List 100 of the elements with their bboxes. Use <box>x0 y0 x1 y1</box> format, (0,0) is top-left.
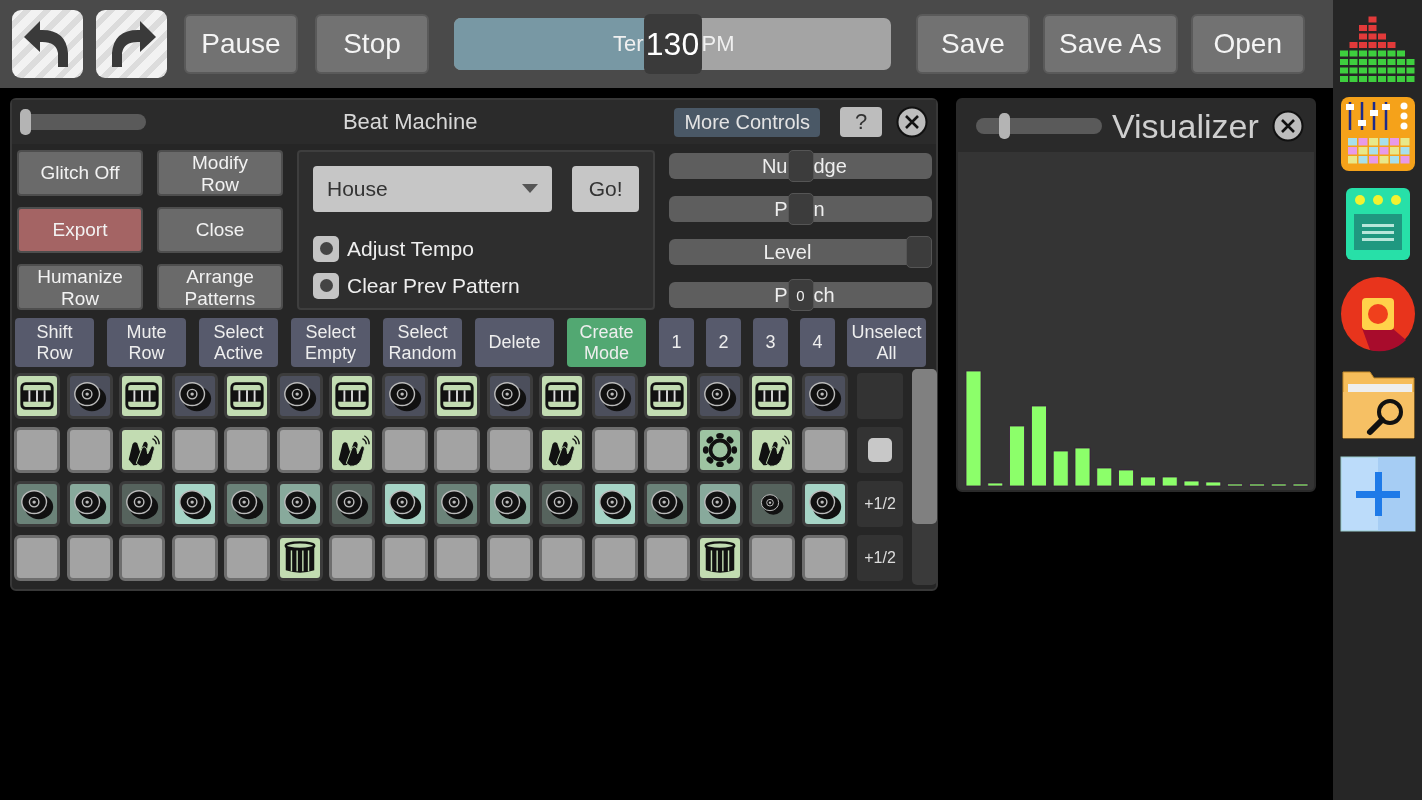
action-button[interactable]: Modify Row <box>157 150 283 196</box>
undo-button[interactable] <box>12 10 83 78</box>
file-button[interactable]: Open <box>1190 14 1305 74</box>
slider-track[interactable]: P 0 ch <box>669 282 932 308</box>
beat-pad[interactable] <box>644 481 690 527</box>
empty-pad[interactable] <box>66 427 113 473</box>
beat-pad[interactable] <box>591 373 638 419</box>
slider-thumb[interactable] <box>999 113 1010 139</box>
beat-pad[interactable] <box>276 535 323 581</box>
empty-pad[interactable] <box>276 427 323 473</box>
slider-thumb[interactable] <box>20 109 31 135</box>
beat-pad[interactable] <box>696 535 743 581</box>
beat-pad[interactable] <box>14 481 60 527</box>
transport-button[interactable]: Pause <box>184 14 298 74</box>
action-button[interactable]: Glitch Off <box>17 150 143 196</box>
beat-pad[interactable] <box>329 427 375 473</box>
empty-pad[interactable] <box>66 535 113 581</box>
beat-pad[interactable] <box>14 373 60 419</box>
page-button[interactable]: 1 <box>659 318 694 367</box>
empty-pad[interactable] <box>14 427 60 473</box>
empty-pad[interactable] <box>329 535 375 581</box>
go-button[interactable]: Go! <box>572 166 639 212</box>
half-step-button[interactable]: +1/2 <box>857 535 903 581</box>
beat-pad[interactable] <box>486 481 533 527</box>
row-toggle[interactable] <box>857 427 903 473</box>
row-button[interactable]: Select Active <box>199 318 278 367</box>
page-button[interactable]: 2 <box>706 318 741 367</box>
beat-pad[interactable] <box>224 481 270 527</box>
beat-pad[interactable] <box>66 481 113 527</box>
beat-pad[interactable] <box>749 373 795 419</box>
empty-pad[interactable] <box>591 535 638 581</box>
beat-pad[interactable] <box>749 481 795 527</box>
beat-pad[interactable] <box>66 373 113 419</box>
beat-pad[interactable] <box>434 373 480 419</box>
beat-pad[interactable] <box>171 481 218 527</box>
beat-pad[interactable] <box>539 481 585 527</box>
empty-pad[interactable] <box>801 535 848 581</box>
empty-pad[interactable] <box>486 535 533 581</box>
empty-pad[interactable] <box>486 427 533 473</box>
empty-pad[interactable] <box>434 427 480 473</box>
record-app-icon[interactable] <box>1339 276 1416 352</box>
scrollbar[interactable] <box>912 369 937 585</box>
row-button[interactable]: Select Empty <box>291 318 370 367</box>
page-button[interactable]: 3 <box>753 318 788 367</box>
beat-pad[interactable] <box>276 373 323 419</box>
empty-pad[interactable] <box>171 427 218 473</box>
empty-pad[interactable] <box>591 427 638 473</box>
beat-pad[interactable] <box>644 373 690 419</box>
beat-pad[interactable] <box>381 373 428 419</box>
zoom-slider[interactable] <box>976 113 1102 139</box>
close-icon[interactable] <box>1272 110 1304 142</box>
row-button[interactable]: Unselect All <box>847 318 926 367</box>
empty-pad[interactable] <box>749 535 795 581</box>
slider-thumb[interactable]: 0 <box>787 279 814 311</box>
beat-pad[interactable] <box>171 373 218 419</box>
empty-pad[interactable] <box>381 535 428 581</box>
beat-pad[interactable] <box>119 373 165 419</box>
close-icon[interactable] <box>896 106 928 138</box>
beat-pad[interactable] <box>486 373 533 419</box>
slider-thumb[interactable]: 130 <box>643 14 702 74</box>
checkbox[interactable] <box>313 272 339 299</box>
beat-pad[interactable] <box>539 373 585 419</box>
slider-track[interactable]: Nu dge <box>669 153 932 179</box>
empty-pad[interactable] <box>434 535 480 581</box>
transport-button[interactable]: Stop <box>315 14 429 74</box>
beat-pad[interactable] <box>329 481 375 527</box>
more-controls-button[interactable]: More Controls <box>674 107 820 137</box>
beat-pad[interactable] <box>329 373 375 419</box>
action-button[interactable]: Export <box>17 207 143 253</box>
slider-thumb[interactable] <box>787 193 814 225</box>
beat-pad[interactable] <box>591 481 638 527</box>
action-button[interactable]: Humanize Row <box>17 264 143 310</box>
empty-pad[interactable] <box>224 535 270 581</box>
checkbox[interactable] <box>313 235 339 262</box>
add-icon[interactable] <box>1339 456 1416 532</box>
action-button[interactable]: Close <box>157 207 283 253</box>
slider-thumb[interactable] <box>787 150 814 182</box>
file-button[interactable]: Save As <box>1043 14 1178 74</box>
beat-pad[interactable] <box>381 481 428 527</box>
beat-pad[interactable] <box>224 373 270 419</box>
empty-pad[interactable] <box>224 427 270 473</box>
empty-pad[interactable] <box>644 427 690 473</box>
page-button[interactable]: 4 <box>800 318 835 367</box>
beat-pad[interactable] <box>119 427 165 473</box>
row-button[interactable]: Shift Row <box>15 318 94 367</box>
empty-pad[interactable] <box>119 535 165 581</box>
beat-pad[interactable] <box>696 427 743 473</box>
beat-pad[interactable] <box>696 481 743 527</box>
zoom-slider[interactable] <box>20 109 146 135</box>
empty-pad[interactable] <box>539 535 585 581</box>
preset-dropdown[interactable]: House <box>313 166 553 212</box>
slider-thumb[interactable] <box>906 236 932 268</box>
beat-pad[interactable] <box>434 481 480 527</box>
mixer-app-icon[interactable] <box>1339 96 1416 172</box>
help-button[interactable]: ? <box>840 107 882 137</box>
empty-pad[interactable] <box>381 427 428 473</box>
empty-pad[interactable] <box>644 535 690 581</box>
empty-pad[interactable] <box>14 535 60 581</box>
beat-pad[interactable] <box>539 427 585 473</box>
empty-pad[interactable] <box>801 427 848 473</box>
